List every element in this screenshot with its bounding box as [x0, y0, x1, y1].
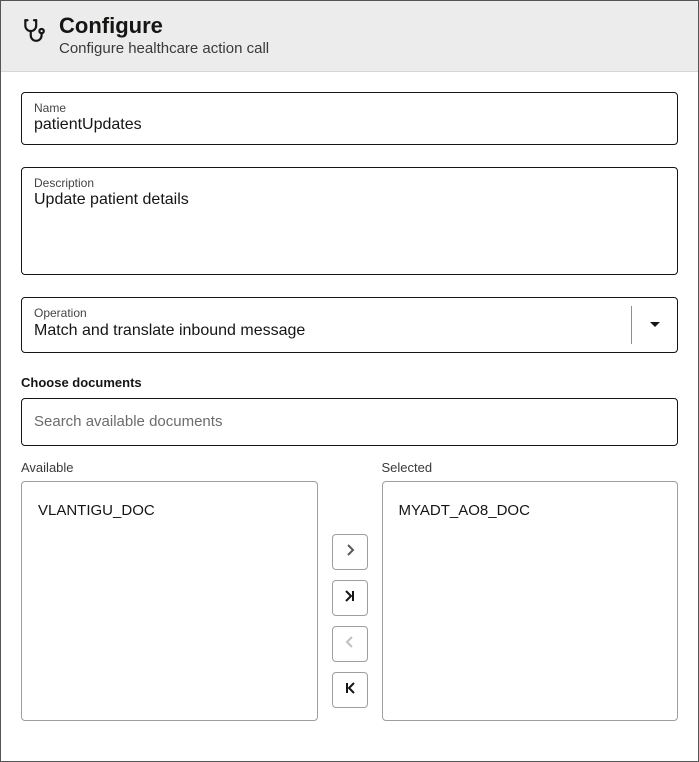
stethoscope-icon: [21, 17, 47, 48]
name-input[interactable]: [34, 116, 665, 134]
chevron-right-icon: [345, 543, 355, 560]
selected-label: Selected: [382, 460, 679, 475]
operation-dropdown-toggle[interactable]: [631, 306, 677, 344]
chevron-left-icon: [345, 635, 355, 652]
operation-value: Match and translate inbound message: [34, 321, 619, 342]
caret-down-icon: [649, 316, 661, 334]
list-item[interactable]: VLANTIGU_DOC: [38, 500, 301, 521]
move-right-button[interactable]: [332, 534, 368, 570]
available-label: Available: [21, 460, 318, 475]
documents-shuttle: Available VLANTIGU_DOC: [21, 460, 678, 721]
move-all-left-button[interactable]: [332, 672, 368, 708]
description-input[interactable]: [34, 191, 665, 261]
documents-search-input[interactable]: [34, 413, 665, 430]
list-item[interactable]: MYADT_AO8_DOC: [399, 500, 662, 521]
operation-field[interactable]: Operation Match and translate inbound me…: [21, 297, 678, 353]
page-title: Configure: [59, 13, 269, 38]
page-subtitle: Configure healthcare action call: [59, 40, 269, 57]
operation-label: Operation: [34, 306, 619, 320]
chevron-right-bar-icon: [343, 589, 357, 606]
description-label: Description: [34, 176, 665, 190]
move-all-right-button[interactable]: [332, 580, 368, 616]
name-field[interactable]: Name: [21, 92, 678, 145]
selected-listbox[interactable]: MYADT_AO8_DOC: [382, 481, 679, 721]
documents-search[interactable]: [21, 398, 678, 446]
description-field[interactable]: Description: [21, 167, 678, 275]
name-label: Name: [34, 101, 665, 115]
move-left-button[interactable]: [332, 626, 368, 662]
chevron-left-bar-icon: [343, 681, 357, 698]
available-listbox[interactable]: VLANTIGU_DOC: [21, 481, 318, 721]
page-header: Configure Configure healthcare action ca…: [1, 1, 698, 72]
choose-documents-label: Choose documents: [21, 375, 678, 390]
